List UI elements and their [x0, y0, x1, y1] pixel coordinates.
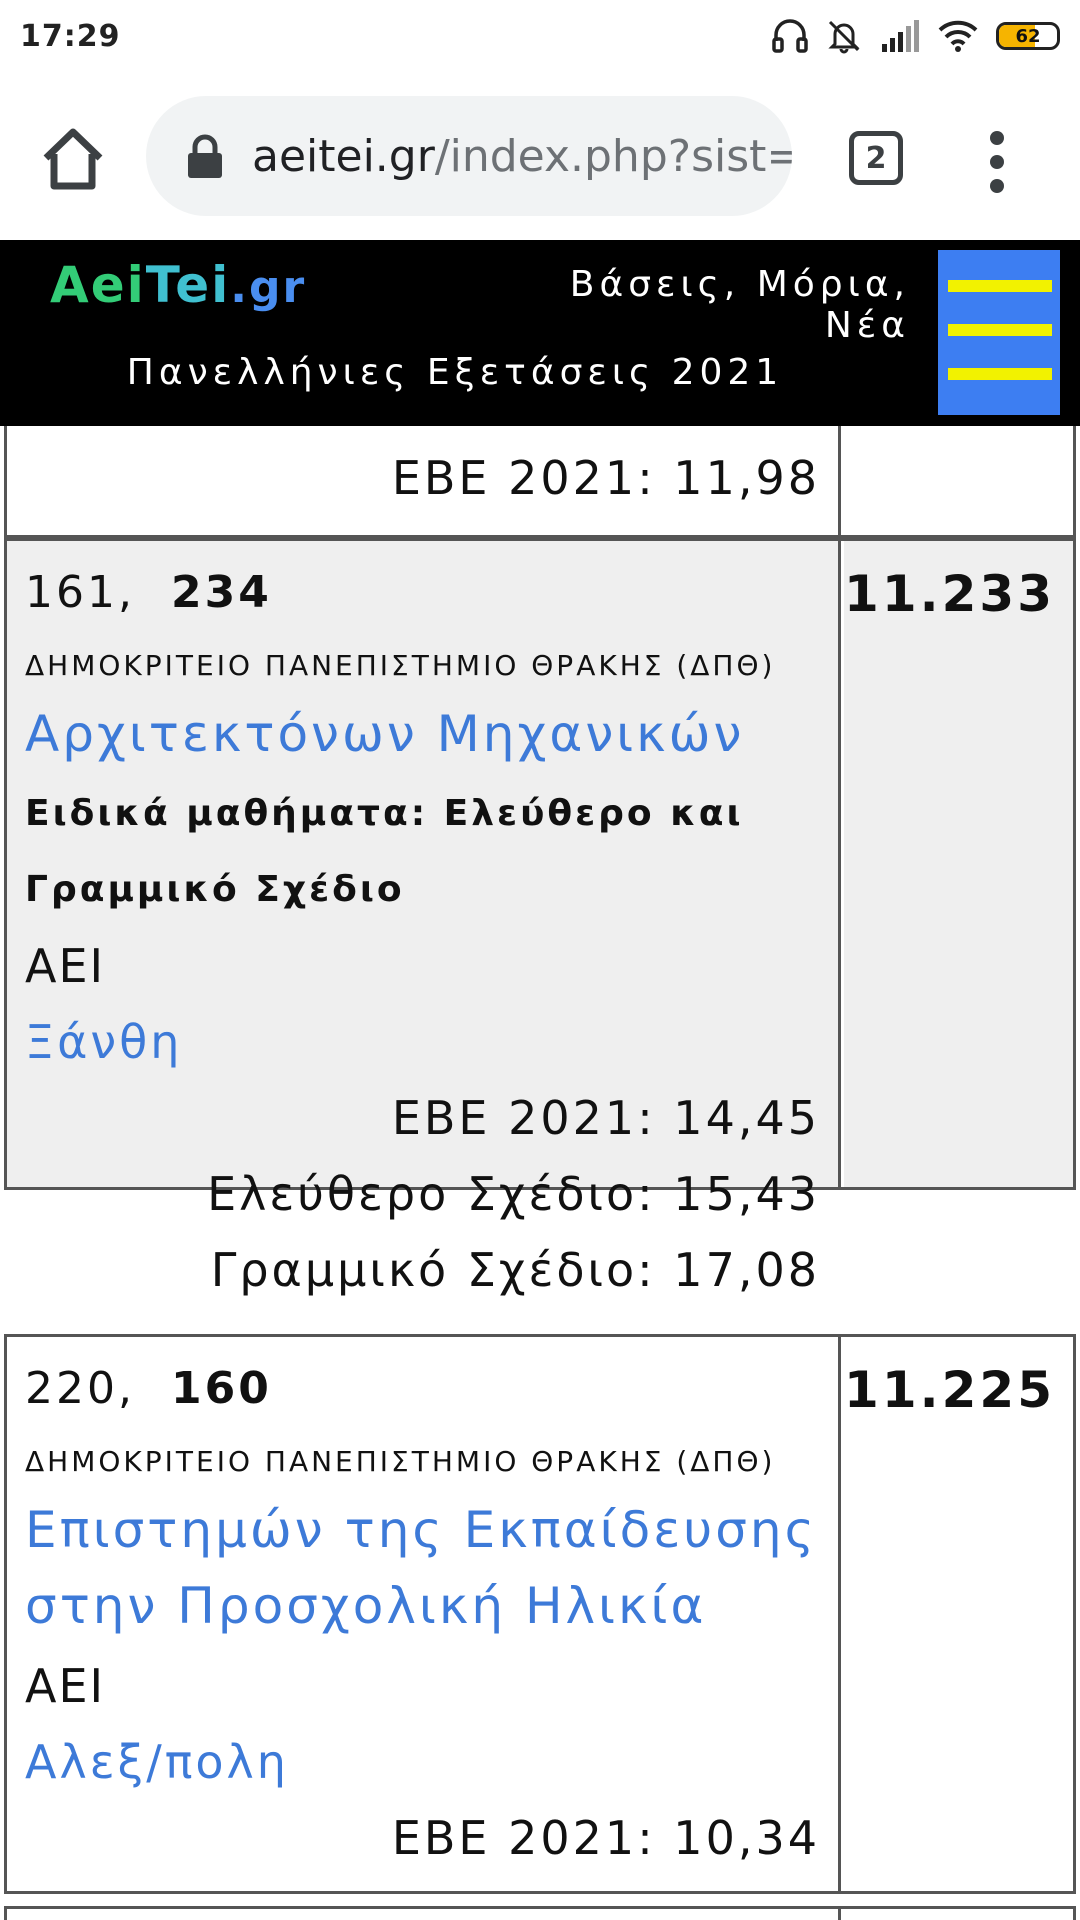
program-code: 234: [170, 567, 272, 618]
table-row: ΕΒΕ 2021: 11,98: [4, 426, 1076, 538]
headphones-icon: [772, 19, 808, 53]
tabs-count: 2: [865, 140, 887, 176]
site-subtitle: Πανελλήνιες Εξετάσεις 2021: [126, 352, 784, 393]
results-table: ΕΒΕ 2021: 11,98 161, 234 ΔΗΜΟΚΡΙΤΕΙΟ ΠΑΝΕ…: [0, 426, 1080, 1920]
tabs-icon[interactable]: 2: [849, 131, 903, 185]
url-host: aeitei.gr: [252, 130, 435, 182]
linear-drawing-threshold: Γραμμικό Σχέδιο: 17,08: [210, 1243, 820, 1297]
more-vert-icon[interactable]: [984, 130, 1010, 194]
status-time: 17:29: [20, 18, 121, 54]
rank: 161,: [25, 567, 135, 618]
home-icon[interactable]: [38, 124, 108, 194]
site-tagline: Βάσεις, Μόρια, Νέα: [569, 264, 910, 346]
rank-and-code: 161, 234: [25, 567, 820, 618]
ebe-threshold: ΕΒΕ 2021: 11,98: [391, 451, 820, 505]
university-name: ΔΗΜΟΚΡΙΤΕΙΟ ΠΑΝΕΠΙΣΤΗΜΙΟ ΘΡΑΚΗΣ (ΔΠΘ): [25, 649, 776, 682]
score-cell: [844, 1909, 1073, 1920]
program-cell: 220, 160 ΔΗΜΟΚΡΙΤΕΙΟ ΠΑΝΕΠΙΣΤΗΜΙΟ ΘΡΑΚΗΣ …: [7, 1337, 841, 1891]
site-logo[interactable]: AeiTei.gr: [50, 256, 306, 314]
score-cell: [844, 426, 1073, 535]
status-icons: 62: [772, 18, 1060, 54]
university-name: ΔΗΜΟΚΡΙΤΕΙΟ ΠΑΝΕΠΙΣΤΗΜΙΟ ΘΡΑΚΗΣ (ΔΠΘ): [25, 1445, 776, 1478]
browser-toolbar: aeitei.gr/index.php?sist= 2: [0, 72, 1080, 240]
institution-type: ΑΕΙ: [25, 1659, 106, 1713]
table-row: 161, 234 ΔΗΜΟΚΡΙΤΕΙΟ ΠΑΝΕΠΙΣΤΗΜΙΟ ΘΡΑΚΗΣ …: [4, 538, 1076, 1297]
rank: 220,: [25, 1363, 135, 1414]
base-score: 11.225: [844, 1361, 1055, 1419]
department-link[interactable]: Αρχιτεκτόνων Μηχανικών: [25, 705, 820, 763]
program-cell: ΕΒΕ 2021: 11,98: [7, 426, 841, 535]
special-subjects: Ειδικά μαθήματα: Ελεύθερο και: [25, 793, 744, 834]
score-cell: 11.233: [844, 541, 1073, 1187]
city-link[interactable]: Ξάνθη: [25, 1015, 820, 1069]
battery-icon: 62: [996, 22, 1060, 50]
program-cell: [7, 1909, 841, 1920]
lock-icon: [188, 134, 222, 178]
menu-bar-icon: [948, 368, 1052, 380]
url-text[interactable]: aeitei.gr/index.php?sist=: [252, 131, 792, 182]
menu-bar-icon: [948, 280, 1052, 292]
department-link[interactable]: στην Προσχολική Ηλικία: [25, 1577, 820, 1635]
institution-type: ΑΕΙ: [25, 939, 106, 993]
program-cell: 161, 234 ΔΗΜΟΚΡΙΤΕΙΟ ΠΑΝΕΠΙΣΤΗΜΙΟ ΘΡΑΚΗΣ …: [7, 541, 841, 1297]
table-row: 220, 160 ΔΗΜΟΚΡΙΤΕΙΟ ΠΑΝΕΠΙΣΤΗΜΙΟ ΘΡΑΚΗΣ …: [4, 1334, 1076, 1894]
city-link[interactable]: Αλεξ/πολη: [25, 1735, 820, 1789]
ebe-threshold: ΕΒΕ 2021: 10,34: [391, 1811, 820, 1865]
hamburger-menu-button[interactable]: [938, 250, 1060, 415]
department-link[interactable]: Επιστημών της Εκπαίδευσης: [25, 1501, 820, 1559]
url-path: /index.php?sist=: [434, 130, 792, 182]
site-header: AeiTei.gr Βάσεις, Μόρια, Νέα Πανελλήνιες…: [0, 240, 1080, 426]
base-score: 11.233: [844, 565, 1055, 623]
logo-tei: Tei: [145, 256, 231, 314]
battery-level: 62: [1015, 25, 1041, 47]
table-row: [4, 1906, 1076, 1920]
ebe-threshold: ΕΒΕ 2021: 14,45: [391, 1091, 820, 1145]
free-drawing-threshold: Ελεύθερο Σχέδιο: 15,43: [207, 1167, 820, 1221]
program-code: 160: [170, 1363, 272, 1414]
address-bar[interactable]: aeitei.gr/index.php?sist=: [146, 96, 792, 216]
special-subjects: Γραμμικό Σχέδιο: [25, 869, 405, 910]
rank-and-code: 220, 160: [25, 1363, 820, 1414]
logo-aei: Aei: [50, 256, 146, 314]
status-bar: 17:29 62: [0, 0, 1080, 72]
bell-muted-icon: [828, 20, 860, 54]
wifi-icon: [938, 20, 978, 52]
score-cell: 11.225: [844, 1337, 1073, 1891]
menu-bar-icon: [948, 324, 1052, 336]
logo-gr: .gr: [230, 262, 307, 313]
signal-icon: [882, 20, 919, 52]
